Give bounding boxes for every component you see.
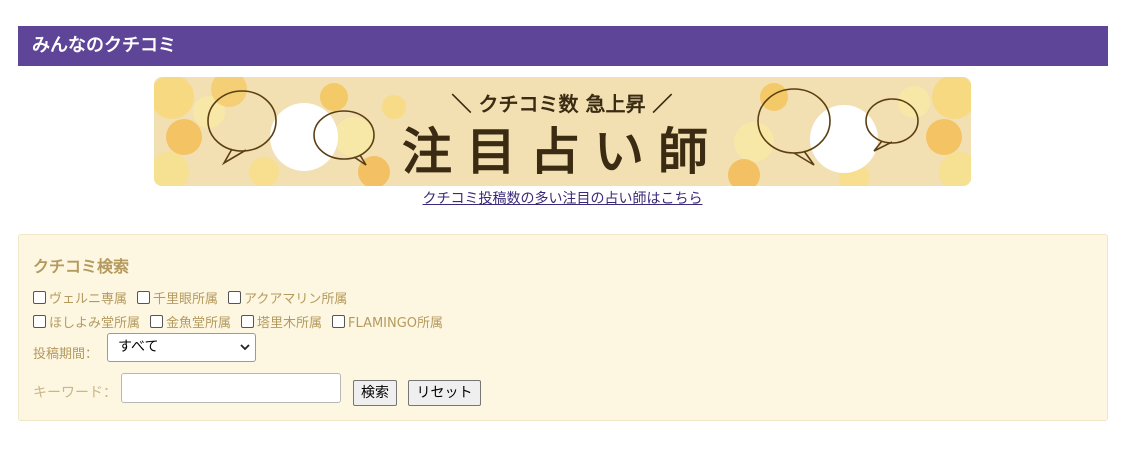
review-search-panel: クチコミ検索 ヴェルニ専属 千里眼所属 アクアマリン所属 ほしよみ堂所属 金魚堂…	[18, 234, 1108, 421]
checkbox-label: 千里眼所属	[153, 292, 219, 307]
affiliation-checkbox-kingyodo[interactable]: 金魚堂所属	[150, 312, 231, 331]
checkbox[interactable]	[228, 291, 242, 304]
affiliation-checkbox-verni[interactable]: ヴェルニ専属	[33, 288, 127, 307]
chevron-down-icon	[240, 344, 250, 351]
banner-artwork: ＼ クチコミ数 急上昇 ／ 注目占い師	[154, 77, 971, 186]
affiliation-checkbox-hoshiyomido[interactable]: ほしよみ堂所属	[33, 312, 140, 331]
checkbox-label: アクアマリン所属	[244, 292, 348, 307]
checkbox[interactable]	[33, 315, 46, 328]
page-title: みんなのクチコミ	[32, 35, 176, 56]
checkbox-label: 金魚堂所属	[166, 316, 232, 331]
period-select[interactable]: すべて	[107, 333, 256, 362]
checkbox[interactable]	[150, 315, 164, 328]
checkbox-label: FLAMINGO所属	[348, 316, 444, 331]
keyword-label: キーワード：	[33, 385, 117, 401]
period-label: 投稿期間：	[33, 347, 99, 362]
search-panel-title: クチコミ検索	[33, 257, 130, 276]
checkbox[interactable]	[241, 315, 255, 328]
checkbox-label: ほしよみ堂所属	[49, 316, 141, 331]
checkbox-label: 塔里木所属	[257, 316, 323, 331]
affiliation-checkbox-tarimu[interactable]: 塔里木所属	[241, 312, 322, 331]
checkbox-label: ヴェルニ専属	[49, 292, 128, 307]
keyword-input[interactable]	[121, 373, 341, 403]
affiliation-checkbox-senrigan[interactable]: 千里眼所属	[137, 288, 218, 307]
featured-fortune-tellers-link[interactable]: クチコミ投稿数の多い注目の占い師はこちら	[0, 188, 1125, 208]
featured-fortune-tellers-banner[interactable]: ＼ クチコミ数 急上昇 ／ 注目占い師	[154, 77, 971, 186]
banner-subtitle: ＼ クチコミ数 急上昇 ／	[452, 92, 673, 116]
affiliation-checkbox-flamingo[interactable]: FLAMINGO所属	[332, 312, 443, 331]
affiliation-checkbox-aquamarine[interactable]: アクアマリン所属	[228, 288, 347, 307]
affiliation-checkbox-row-2: ほしよみ堂所属 金魚堂所属 塔里木所属 FLAMINGO所属	[33, 312, 453, 331]
banner-headline: 注目占い師	[402, 122, 722, 181]
checkbox[interactable]	[137, 291, 151, 304]
period-selected-value: すべて	[118, 339, 159, 355]
checkbox[interactable]	[332, 315, 346, 328]
page-header: みんなのクチコミ	[18, 26, 1108, 66]
reset-button[interactable]: リセット	[408, 380, 481, 406]
search-button[interactable]: 検索	[353, 380, 397, 406]
checkbox[interactable]	[33, 291, 46, 304]
affiliation-checkbox-row-1: ヴェルニ専属 千里眼所属 アクアマリン所属	[33, 288, 357, 307]
